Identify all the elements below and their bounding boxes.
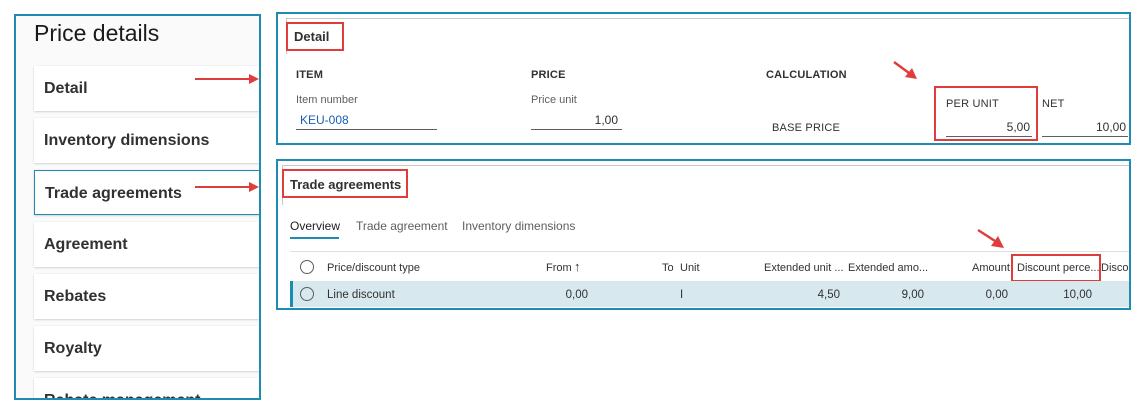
trade-title[interactable]: Trade agreements xyxy=(290,177,401,192)
col-discount-more[interactable]: Discou xyxy=(1101,262,1129,274)
per-unit-header: PER UNIT xyxy=(946,98,999,110)
cell-discount-percent: 10,00 xyxy=(1063,289,1092,301)
cell-extended-unit: 4,50 xyxy=(817,289,840,301)
arrow-to-detail-icon xyxy=(195,74,259,84)
col-extended-unit[interactable]: Extended unit ... xyxy=(764,262,844,274)
col-from[interactable]: From xyxy=(546,262,572,274)
cell-from: 0,00 xyxy=(565,289,588,301)
net-field[interactable]: 10,00 xyxy=(1042,120,1128,137)
price-unit-label: Price unit xyxy=(531,94,577,106)
tab-trade-agreement[interactable]: Trade agreement xyxy=(356,219,448,233)
col-amount[interactable]: Amount xyxy=(972,262,1010,274)
nav-item-rebate-management[interactable]: Rebate management xyxy=(34,378,259,398)
item-number-field[interactable]: KEU-008 xyxy=(296,113,437,130)
detail-header-outline xyxy=(286,18,1129,54)
cell-unit[interactable]: I xyxy=(680,289,683,301)
cell-amount: 0,00 xyxy=(985,289,1008,301)
sort-ascending-icon: ↑ xyxy=(574,259,581,274)
item-group-header: ITEM xyxy=(296,69,324,81)
tab-inventory-dimensions[interactable]: Inventory dimensions xyxy=(462,219,575,233)
active-tab-indicator xyxy=(290,237,339,239)
cell-extended-amount: 9,00 xyxy=(901,289,924,301)
col-discount-percent[interactable]: Discount perce... xyxy=(1017,262,1100,274)
detail-section: Detail ITEM PRICE CALCULATION Item numbe… xyxy=(276,12,1131,145)
col-extended-amount[interactable]: Extended amo... xyxy=(848,262,928,274)
price-group-header: PRICE xyxy=(531,69,566,81)
nav-item-royalty[interactable]: Royalty xyxy=(34,326,259,371)
select-all-radio[interactable] xyxy=(300,260,314,274)
detail-title[interactable]: Detail xyxy=(294,29,329,44)
item-number-label: Item number xyxy=(296,94,358,106)
col-unit[interactable]: Unit xyxy=(680,262,700,274)
base-price-label: BASE PRICE xyxy=(772,122,841,134)
price-unit-field[interactable]: 1,00 xyxy=(531,113,622,130)
col-to[interactable]: To xyxy=(662,262,674,274)
nav-item-inventory-dimensions[interactable]: Inventory dimensions xyxy=(34,118,259,163)
per-unit-field[interactable]: 5,00 xyxy=(946,120,1032,137)
row-select-radio[interactable] xyxy=(300,287,314,301)
selected-row-indicator xyxy=(290,281,293,307)
net-header: NET xyxy=(1042,98,1065,110)
panel-title: Price details xyxy=(34,20,160,46)
nav-item-rebates[interactable]: Rebates xyxy=(34,274,259,319)
arrow-to-trade-agreements-icon xyxy=(195,182,259,192)
nav-item-agreement[interactable]: Agreement xyxy=(34,222,259,267)
calculation-group-header: CALCULATION xyxy=(766,69,847,81)
col-price-discount-type[interactable]: Price/discount type xyxy=(327,262,420,274)
arrow-to-per-unit-icon xyxy=(893,60,917,79)
tab-overview[interactable]: Overview xyxy=(290,219,340,233)
trade-header-outline xyxy=(282,165,1129,205)
cell-type: Line discount xyxy=(327,289,395,301)
arrow-to-discount-percent-icon xyxy=(977,228,1004,248)
